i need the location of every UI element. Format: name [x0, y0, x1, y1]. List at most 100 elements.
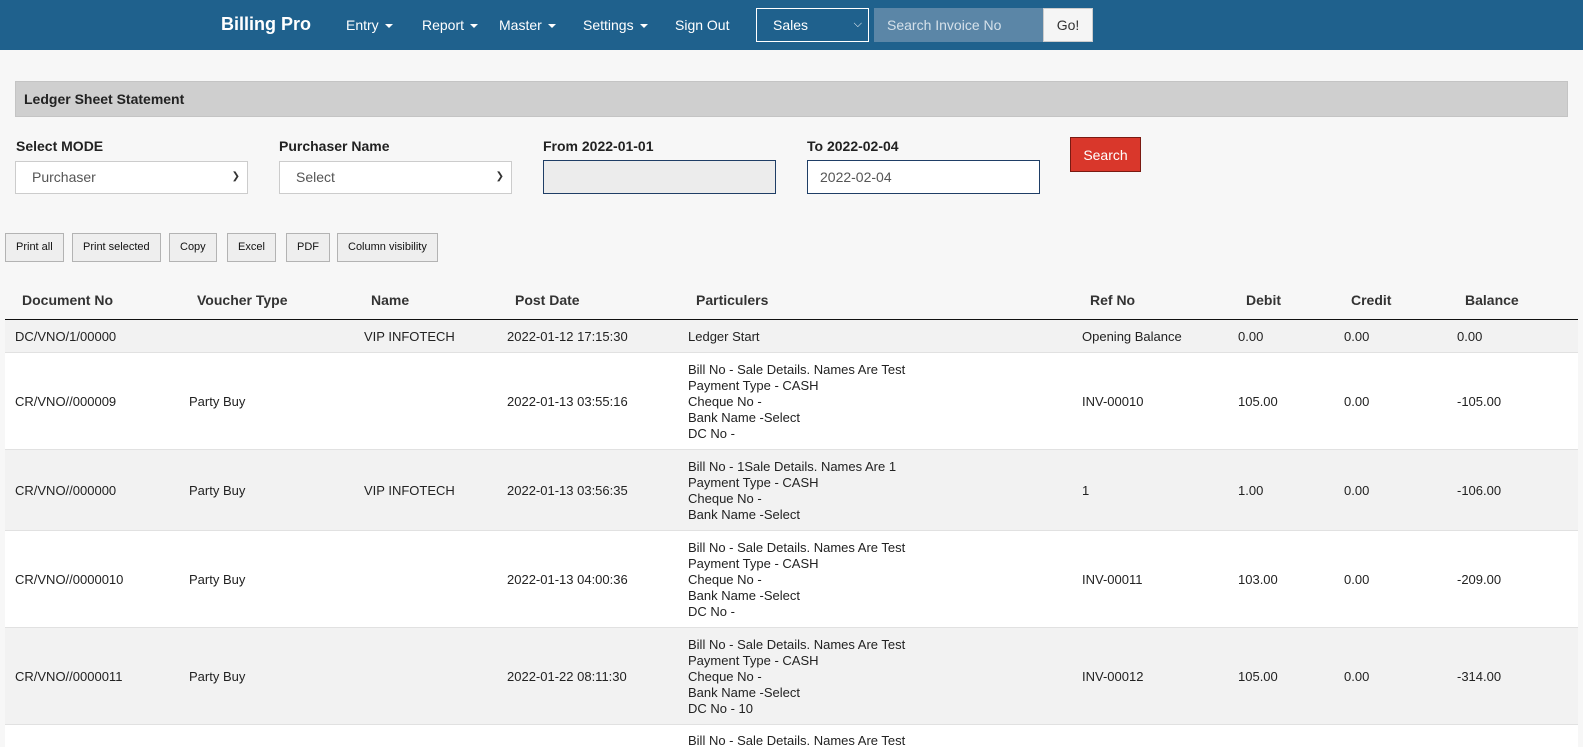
- cell-debit: 105.00: [1238, 669, 1278, 684]
- table-row[interactable]: DC/VNO/1/00000 VIP INFOTECH 2022-01-12 17:…: [5, 320, 1578, 353]
- cell-voucher-type: Party Buy: [189, 483, 246, 498]
- particulers-line: Payment Type - CASH: [688, 653, 819, 668]
- particulers-line: Cheque No -: [688, 669, 762, 684]
- cell-ref-no: 1: [1082, 483, 1090, 498]
- table-row[interactable]: Bill No - Sale Details. Names Are Test: [5, 725, 1578, 747]
- particulers-line: Ledger Start: [688, 329, 760, 344]
- page-title: Ledger Sheet Statement: [15, 81, 1568, 117]
- mode-dropdown[interactable]: Purchaser ❯: [15, 161, 248, 194]
- from-date-label: From 2022-01-01: [543, 138, 654, 154]
- purchaser-dropdown[interactable]: Select ❯: [279, 161, 512, 194]
- col-header-post-date[interactable]: Post Date: [515, 292, 580, 308]
- table-row[interactable]: CR/VNO//000000 Party Buy VIP INFOTECH 2022-…: [5, 450, 1578, 531]
- invoice-search-input[interactable]: Search Invoice No: [874, 8, 1043, 42]
- table-row[interactable]: CR/VNO//0000011 Party Buy 2022-01-22 08:11…: [5, 628, 1578, 725]
- cell-balance: -314.00: [1457, 669, 1502, 684]
- particulers-line: DC No - 10: [688, 701, 754, 716]
- particulers-line: Bill No - Sale Details. Names Are Test: [688, 540, 906, 555]
- cell-name: VIP INFOTECH: [364, 329, 455, 344]
- particulers-line: Cheque No -: [688, 491, 762, 506]
- cell-ref-no: INV-00010: [1082, 394, 1144, 409]
- col-header-debit[interactable]: Debit: [1246, 292, 1281, 308]
- nav-settings-menu[interactable]: Settings: [583, 17, 648, 33]
- col-header-balance[interactable]: Balance: [1465, 292, 1519, 308]
- cell-credit: 0.00: [1344, 669, 1370, 684]
- cell-post-date: 2022-01-13 03:55:16: [507, 394, 628, 409]
- brand-logo[interactable]: Billing Pro: [221, 14, 311, 35]
- particulers-line: Payment Type - CASH: [688, 378, 819, 393]
- particulers-line: DC No -: [688, 604, 735, 619]
- cell-balance: -105.00: [1457, 394, 1502, 409]
- caret-down-icon: [547, 24, 556, 28]
- particulers-line: Bill No - Sale Details. Names Are Test: [688, 637, 906, 652]
- table-row[interactable]: CR/VNO//000009 Party Buy 2022-01-13 03:55:…: [5, 353, 1578, 450]
- search-button[interactable]: Search: [1070, 137, 1141, 172]
- cell-post-date: 2022-01-12 17:15:30: [507, 329, 628, 344]
- cell-document-no: CR/VNO//000000: [15, 483, 117, 498]
- cell-credit: 0.00: [1344, 394, 1370, 409]
- cell-debit: 103.00: [1238, 572, 1278, 587]
- column-visibility-button[interactable]: Column visibility: [337, 233, 438, 262]
- excel-button[interactable]: Excel: [227, 233, 276, 262]
- cell-post-date: 2022-01-13 03:56:35: [507, 483, 628, 498]
- purchaser-dropdown-value: Select: [296, 169, 335, 185]
- cell-credit: 0.00: [1344, 572, 1370, 587]
- copy-button[interactable]: Copy: [169, 233, 217, 262]
- mode-dropdown-value: Purchaser: [32, 169, 96, 185]
- cell-document-no: DC/VNO/1/00000: [15, 329, 117, 344]
- cell-post-date: 2022-01-13 04:00:36: [507, 572, 628, 587]
- particulers-line: Bank Name -Select: [688, 588, 800, 603]
- col-header-voucher-type[interactable]: Voucher Type: [197, 292, 288, 308]
- nav-signout-link[interactable]: Sign Out: [675, 17, 729, 33]
- from-date-input[interactable]: [543, 160, 776, 194]
- col-header-credit[interactable]: Credit: [1351, 292, 1391, 308]
- particulers-line: Bill No - Sale Details. Names Are Test: [688, 733, 906, 747]
- mode-select[interactable]: Sales ⌵: [756, 8, 869, 42]
- cell-document-no: CR/VNO//0000010: [15, 572, 124, 587]
- particulers-line: Cheque No -: [688, 572, 762, 587]
- col-header-document-no[interactable]: Document No: [22, 292, 113, 308]
- particulers-line: Bank Name -Select: [688, 507, 800, 522]
- cell-credit: 0.00: [1344, 329, 1370, 344]
- cell-balance: -209.00: [1457, 572, 1502, 587]
- cell-voucher-type: Party Buy: [189, 394, 246, 409]
- caret-down-icon: [384, 24, 393, 28]
- pdf-button[interactable]: PDF: [286, 233, 330, 262]
- top-navbar: Billing Pro Entry Report Master Settings…: [0, 0, 1583, 50]
- nav-entry-menu[interactable]: Entry: [346, 17, 393, 33]
- nav-master-label: Master: [499, 17, 542, 33]
- nav-master-menu[interactable]: Master: [499, 17, 556, 33]
- col-header-name[interactable]: Name: [371, 292, 409, 308]
- cell-ref-no: INV-00011: [1082, 572, 1143, 587]
- cell-voucher-type: Party Buy: [189, 572, 246, 587]
- print-selected-button[interactable]: Print selected: [72, 233, 161, 262]
- cell-debit: 0.00: [1238, 329, 1264, 344]
- particulers-line: Payment Type - CASH: [688, 475, 819, 490]
- cell-voucher-type: Party Buy: [189, 669, 246, 684]
- cell-document-no: CR/VNO//000009: [15, 394, 117, 409]
- to-date-input[interactable]: 2022-02-04: [807, 160, 1040, 194]
- nav-report-menu[interactable]: Report: [422, 17, 479, 33]
- particulers-line: Bill No - Sale Details. Names Are Test: [688, 362, 906, 377]
- cell-particulers: Bill No - Sale Details. Names Are Test Pa…: [688, 637, 905, 717]
- particulers-line: Cheque No -: [688, 394, 762, 409]
- caret-down-icon: [639, 24, 648, 28]
- caret-down-icon: [470, 24, 479, 28]
- print-all-button[interactable]: Print all: [5, 233, 64, 262]
- nav-entry-label: Entry: [346, 17, 379, 33]
- cell-ref-no: Opening Balance: [1082, 329, 1182, 344]
- cell-ref-no: INV-00012: [1082, 669, 1144, 684]
- cell-particulers: Ledger Start: [688, 329, 760, 345]
- particulers-line: Bill No - 1Sale Details. Names Are 1: [688, 459, 897, 474]
- cell-post-date: 2022-01-22 08:11:30: [507, 669, 627, 684]
- go-button[interactable]: Go!: [1043, 8, 1093, 42]
- cell-balance: -106.00: [1457, 483, 1502, 498]
- cell-particulers: Bill No - Sale Details. Names Are Test Pa…: [688, 540, 905, 620]
- col-header-ref-no[interactable]: Ref No: [1090, 292, 1135, 308]
- table-row[interactable]: CR/VNO//0000010 Party Buy 2022-01-13 04:00…: [5, 531, 1578, 628]
- mode-label: Select MODE: [16, 138, 104, 154]
- col-header-particulers[interactable]: Particulers: [696, 292, 768, 308]
- cell-particulers: Bill No - 1Sale Details. Names Are 1 Paym…: [688, 459, 896, 523]
- particulers-line: Bank Name -Select: [688, 410, 800, 425]
- cell-name: VIP INFOTECH: [364, 483, 455, 498]
